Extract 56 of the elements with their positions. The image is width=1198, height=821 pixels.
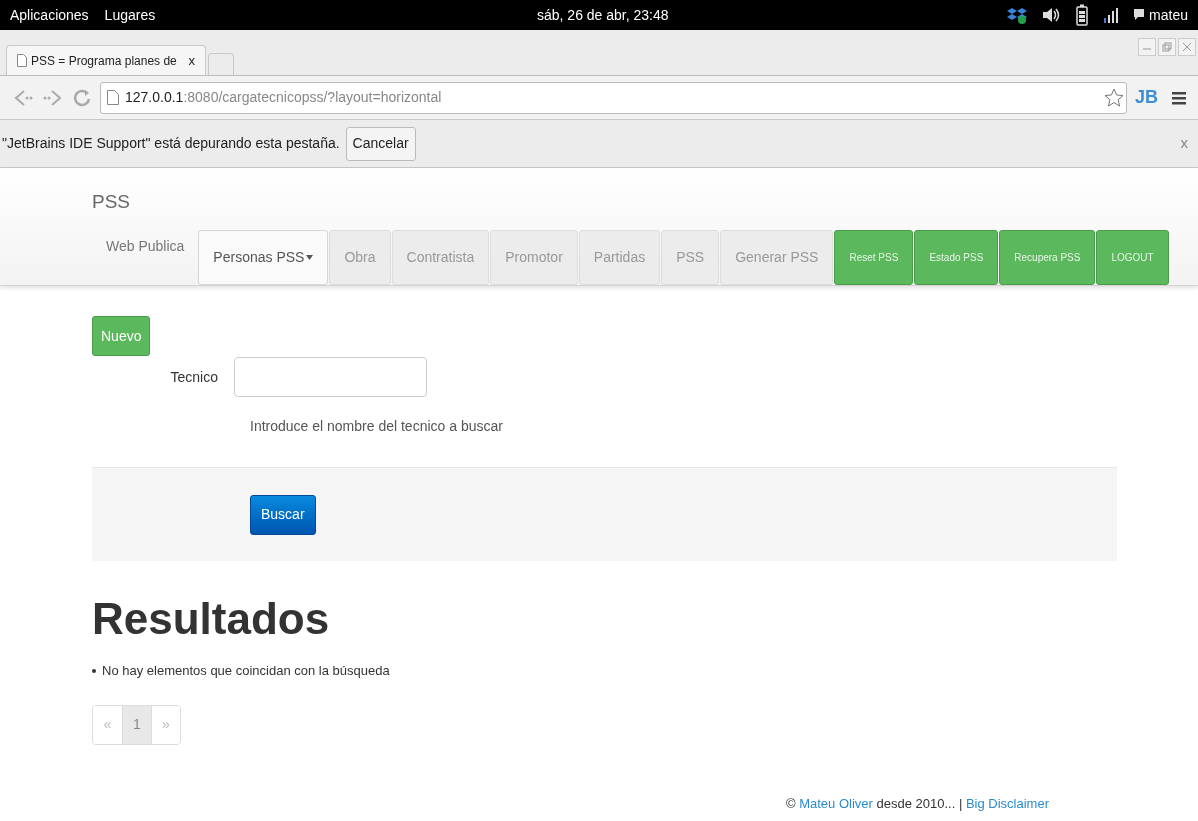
text-field[interactable] [234, 357, 427, 397]
menu-icon[interactable] [1172, 90, 1186, 105]
star-icon[interactable] [1104, 87, 1124, 108]
panel-menu[interactable]: Aplicaciones [10, 4, 89, 26]
tab-close-button[interactable]: x [188, 50, 195, 71]
nav-link[interactable]: Web Publica [92, 228, 199, 257]
signal-icon[interactable] [1103, 7, 1120, 23]
nav-tab[interactable]: Promotor [490, 230, 578, 285]
action-button[interactable]: Estado PSS [914, 230, 999, 285]
infobar-message: "JetBrains IDE Support" está depurando esta pestaña. [2, 134, 340, 153]
brand-name[interactable]: PSS [92, 168, 1198, 228]
results-heading: Resultados [92, 593, 331, 645]
bullet-icon [92, 668, 96, 673]
page-link[interactable]: » [151, 705, 180, 744]
user-name[interactable]: mateu [1149, 4, 1188, 26]
clock[interactable]: sáb, 26 de abr, 23:48 [537, 4, 669, 26]
tab-title: PSS = Programa planes de [31, 52, 178, 70]
nav-tab[interactable]: PSS [661, 230, 720, 285]
field-label: Tecnico [169, 367, 219, 387]
minimize-icon[interactable] [1138, 38, 1156, 56]
action-button[interactable]: LOGOUT [1096, 230, 1169, 285]
action-button[interactable]: Reset PSS [834, 230, 914, 285]
dropbox-icon[interactable] [1007, 5, 1028, 25]
panel-menu[interactable]: Lugares [104, 4, 156, 26]
url-text: 127.0.0.1:8080/cargatecnicopss/?layout=horizontal [125, 88, 442, 107]
extension-button[interactable]: JB [1135, 84, 1158, 111]
battery-icon[interactable] [1075, 4, 1090, 26]
nav-tab[interactable]: Partidas [578, 230, 661, 285]
help-text: Introduce el nombre del tecnico a buscar [250, 417, 504, 436]
cancel-button[interactable]: Cancelar [345, 126, 416, 161]
volume-icon[interactable] [1041, 5, 1062, 25]
disclaimer-link[interactable]: Big Disclaimer [965, 796, 1049, 811]
restore-icon[interactable] [1158, 38, 1176, 56]
nav-tab[interactable]: Obra [329, 230, 391, 285]
reload-icon[interactable] [72, 87, 92, 108]
browser-tab[interactable]: PSS = Programa planes de x [6, 45, 206, 75]
page-icon [107, 90, 119, 105]
forward-icon[interactable] [42, 87, 64, 108]
new-tab-button[interactable] [208, 53, 234, 75]
dropdown-menu-button[interactable]: Personas PSS [198, 230, 329, 285]
footer-text: © Mateu Oliver desde 2010... | Big Disclaimer [786, 795, 1049, 813]
address-bar[interactable]: 127.0.0.1:8080/cargatecnicopss/?layout=horizontal [100, 81, 1127, 114]
page-link[interactable]: 1 [122, 705, 151, 744]
search-button[interactable]: Buscar [250, 494, 316, 535]
nav-tab[interactable]: Contratista [391, 230, 490, 285]
caret-icon [306, 255, 314, 260]
infobar-close-button[interactable]: x [1180, 132, 1188, 155]
action-button[interactable]: Recupera PSS [999, 230, 1096, 285]
nav-tab[interactable]: Generar PSS [720, 230, 834, 285]
new-button[interactable]: Nuevo [92, 316, 151, 356]
close-icon[interactable] [1178, 38, 1196, 56]
chat-icon[interactable] [1133, 8, 1146, 22]
page-icon [17, 54, 27, 67]
result-message: No hay elementos que coincidan con la búsqueda [102, 662, 390, 680]
back-icon[interactable] [12, 87, 34, 108]
author-link[interactable]: Mateu Oliver [799, 796, 873, 811]
